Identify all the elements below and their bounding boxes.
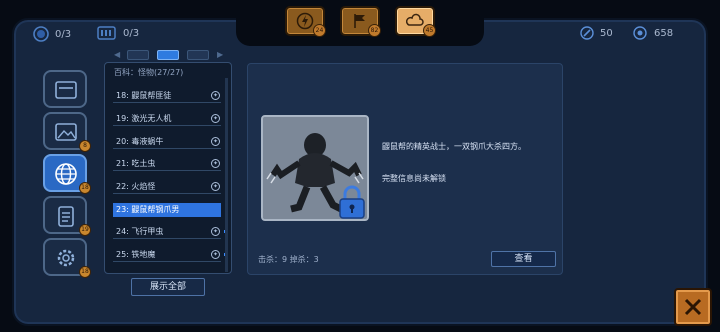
list-item[interactable]: 24: 飞行甲虫 ✦ [113, 225, 227, 239]
tab-missions-count: 82 [368, 24, 381, 37]
inventory-stat: 0/3 [97, 26, 139, 40]
subtab-items[interactable] [187, 50, 209, 60]
clipboard-icon [58, 206, 74, 227]
coins-value: 658 [654, 27, 674, 39]
category-subtabs [108, 50, 228, 62]
tab-missions[interactable]: 82 [340, 6, 381, 37]
crystals-value: 50 [600, 27, 613, 39]
target-icon [33, 26, 49, 42]
picture-icon [55, 123, 77, 141]
tab-encyclopedia-count: 45 [423, 24, 436, 37]
nav-globe-badge: 18 [79, 182, 91, 194]
nav-pictures-badge: 8 [79, 140, 91, 152]
list-item[interactable]: 18: 鼹鼠帮匪徒 ✦ [113, 89, 221, 103]
unlocked-icon: ✦ [211, 182, 220, 191]
unlocked-icon: ✦ [211, 137, 220, 146]
nav-pictures[interactable]: 8 [43, 112, 91, 152]
unlocked-icon: ✦ [211, 227, 220, 236]
inventory-progress: 0/3 [123, 27, 140, 39]
flag-icon [354, 14, 365, 28]
list-item-label: 18: 鼹鼠帮匪徒 [116, 91, 172, 100]
nav-settings-badge: 18 [79, 266, 91, 278]
list-scrollbar[interactable] [225, 78, 228, 272]
nav-settings[interactable]: 18 [43, 238, 91, 278]
cloud-icon [406, 13, 424, 26]
unlocked-icon: ✦ [211, 250, 220, 259]
list-item[interactable]: 20: 毒液蜗牛 ✦ [113, 135, 221, 149]
locked-info-text: 完整信息尚未解锁 [382, 174, 446, 183]
list-item-label: 20: 毒液蜗牛 [116, 137, 164, 146]
nav-globe[interactable]: 18 [43, 154, 91, 194]
crystal-icon [580, 26, 594, 40]
coin-icon [633, 26, 647, 40]
list-item-selected[interactable]: 23: 鼹鼠帮钢爪男 [113, 203, 221, 217]
folder-icon [55, 81, 77, 99]
tab-abilities-count: 24 [313, 24, 326, 37]
crystals-stat: 50 [580, 26, 613, 40]
nav-clipboard[interactable]: 19 [43, 196, 91, 236]
gear-icon [57, 249, 75, 267]
show-all-button[interactable]: 展示全部 [131, 278, 205, 296]
view-button[interactable]: 查看 [491, 251, 556, 267]
lock-icon [339, 185, 365, 219]
tab-encyclopedia[interactable]: 45 [395, 6, 436, 37]
kills-stat: 0/3 [33, 26, 71, 42]
list-item-label: 22: 火焰怪 [116, 182, 156, 191]
battery-icon [97, 26, 116, 40]
kills-progress: 0/3 [55, 28, 72, 40]
unlocked-icon: ✦ [211, 114, 220, 123]
subtab-monsters[interactable] [157, 50, 179, 60]
tab-abilities[interactable]: 24 [285, 6, 326, 37]
list-item-label: 23: 鼹鼠帮钢爪男 [116, 205, 180, 214]
list-item[interactable]: 25: 铁地魔 ✦ [113, 248, 227, 262]
close-icon [684, 298, 702, 316]
list-item-label: 24: 飞行甲虫 [116, 227, 164, 236]
monster-description: 鼹鼠帮的精英战士，一双钢爪大杀四方。 [382, 142, 526, 151]
list-item-label: 19: 激光无人机 [116, 114, 172, 123]
list-item[interactable]: 19: 激光无人机 ✦ [113, 112, 221, 126]
nav-clipboard-badge: 19 [79, 224, 91, 236]
list-item[interactable]: 22: 火焰怪 ✦ [113, 180, 221, 194]
unlocked-icon: ✦ [211, 91, 220, 100]
kill-stats: 击杀：9 掉杀：3 [258, 255, 319, 264]
close-button[interactable] [674, 288, 712, 326]
unlocked-icon: ✦ [211, 159, 220, 168]
list-item-label: 21: 吃土虫 [116, 159, 156, 168]
category-title: 百科：怪物(27/27) [114, 68, 184, 77]
nav-folder[interactable] [43, 70, 87, 108]
subtab-characters[interactable] [127, 50, 149, 60]
coins-stat: 658 [632, 26, 673, 40]
list-item[interactable]: 21: 吃土虫 ✦ [113, 157, 221, 171]
lightning-icon [296, 12, 314, 30]
globe-icon [55, 163, 77, 185]
list-item-label: 25: 铁地魔 [116, 250, 156, 259]
